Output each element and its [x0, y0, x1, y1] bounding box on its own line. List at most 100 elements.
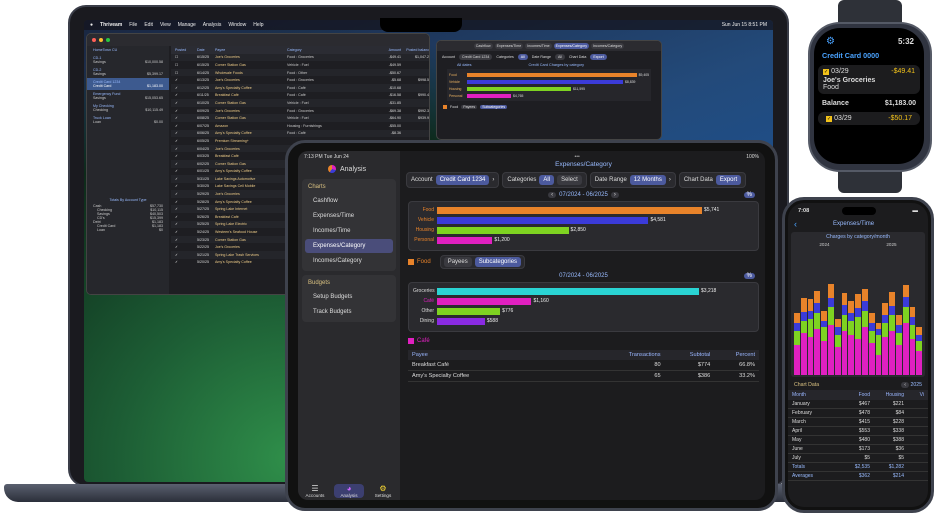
- table-row[interactable]: ☐ 6/14/25 Wholesale Foods Food : Other -$50.…: [171, 68, 429, 77]
- account-select[interactable]: Credit Card 1234: [435, 175, 490, 185]
- col-transactions[interactable]: Transactions: [601, 352, 661, 358]
- stacked-bar[interactable]: [814, 291, 821, 375]
- checkmark-icon[interactable]: ✓: [171, 222, 197, 226]
- checkmark-icon[interactable]: ✓: [171, 177, 197, 181]
- phone-grid-row[interactable]: February $478 $84: [788, 409, 928, 418]
- phone-grid-row[interactable]: May $480 $388: [788, 436, 928, 445]
- table-row[interactable]: ✓ 6/08/25 Corner Station Gas Vehicle : Fuel…: [171, 114, 429, 122]
- bar[interactable]: [437, 297, 532, 305]
- checkmark-icon[interactable]: ✓: [171, 230, 197, 234]
- bar[interactable]: [437, 206, 702, 214]
- percent-toggle-2[interactable]: %: [743, 273, 755, 279]
- stacked-bar[interactable]: [827, 284, 834, 375]
- mini-tab[interactable]: Incomes/Time: [525, 43, 552, 49]
- phone-grid-row[interactable]: April $553 $338: [788, 427, 928, 436]
- table-row[interactable]: ✓ 6/07/25 Amazon Housing : Furnishings -$55.…: [171, 122, 429, 130]
- checkmark-icon[interactable]: ✓: [171, 78, 197, 82]
- stacked-bar[interactable]: [848, 301, 855, 375]
- bar[interactable]: [437, 216, 649, 224]
- stacked-bar[interactable]: [794, 313, 800, 375]
- phone-grid-row[interactable]: Totals $2,535 $1,282: [788, 463, 928, 472]
- checkmark-icon[interactable]: ☐: [171, 55, 197, 59]
- menu-manage[interactable]: Manage: [178, 22, 196, 28]
- mini-bar[interactable]: [467, 86, 571, 91]
- mini-tab[interactable]: Expenses/Category: [553, 43, 590, 49]
- sidebar-account[interactable]: CD-2 Savings $5,399.17: [87, 66, 169, 78]
- column-header[interactable]: Posted balance: [401, 48, 429, 52]
- checkmark-icon[interactable]: ✓: [171, 169, 197, 173]
- checkmark-icon[interactable]: ✓: [171, 238, 197, 242]
- nav-track-budgets[interactable]: Track Budgets: [305, 305, 393, 319]
- nav-expenses-time[interactable]: Expenses/Time: [305, 209, 393, 223]
- grid-row[interactable]: Amy's Specialty Coffee 65 $386 33.2%: [408, 371, 759, 382]
- checkmark-icon[interactable]: ✓: [171, 207, 197, 211]
- close-button[interactable]: [92, 38, 96, 42]
- mini-categories-all[interactable]: All: [517, 54, 528, 60]
- tab-analysis[interactable]: ◕ Analysis: [334, 484, 364, 498]
- column-header[interactable]: Payee: [215, 48, 287, 52]
- menu-file[interactable]: File: [129, 22, 137, 28]
- stacked-bar[interactable]: [834, 319, 841, 375]
- menu-help[interactable]: Help: [253, 22, 263, 28]
- prev-period-button[interactable]: ‹: [548, 192, 557, 198]
- tab-settings[interactable]: ⚙ Settings: [368, 484, 398, 498]
- bar[interactable]: [437, 317, 485, 325]
- bar[interactable]: [437, 307, 501, 315]
- stacked-bar[interactable]: [882, 303, 889, 375]
- bar[interactable]: [437, 236, 493, 244]
- phone-col-header[interactable]: Housing: [870, 392, 904, 398]
- grid-row[interactable]: Breakfast Café 80 $774 66.8%: [408, 360, 759, 371]
- checkmark-icon[interactable]: ✓: [171, 200, 197, 204]
- column-header[interactable]: Amount: [365, 48, 401, 52]
- watch-transaction[interactable]: ✓ 03/29 -$50.17: [818, 112, 920, 125]
- checkmark-icon[interactable]: ✓: [171, 86, 197, 90]
- checkmark-icon[interactable]: ✓: [171, 253, 197, 257]
- checkmark-icon[interactable]: ✓: [171, 245, 197, 249]
- sidebar-account[interactable]: Credit Card 1234 Credit Card $1,183.00: [87, 78, 169, 90]
- stacked-bar[interactable]: [821, 311, 827, 375]
- checkmark-icon[interactable]: ✓: [171, 109, 197, 113]
- tab-accounts[interactable]: ☰ Accounts: [300, 484, 330, 498]
- prev-year-button[interactable]: ‹: [901, 382, 909, 388]
- checkmark-icon[interactable]: ☐: [171, 63, 197, 67]
- phone-col-header[interactable]: Vi: [904, 392, 924, 398]
- column-header[interactable]: Date: [197, 48, 215, 52]
- phone-col-header[interactable]: Month: [792, 392, 836, 398]
- checkmark-icon[interactable]: ✓: [171, 101, 197, 105]
- phone-grid-row[interactable]: January $467 $221: [788, 400, 928, 409]
- export-button[interactable]: Export: [715, 175, 742, 185]
- stacked-bar[interactable]: [868, 313, 875, 375]
- phone-grid-row[interactable]: March $415 $228: [788, 418, 928, 427]
- stacked-bar[interactable]: [861, 289, 868, 375]
- mini-export-button[interactable]: Export: [590, 54, 607, 60]
- nav-cashflow[interactable]: Cashflow: [305, 194, 393, 208]
- payees-toggle[interactable]: Payees: [443, 257, 472, 267]
- nav-setup-budgets[interactable]: Setup Budgets: [305, 290, 393, 304]
- phone-grid-row[interactable]: Averages $362 $214: [788, 472, 928, 481]
- checkmark-icon[interactable]: ☐: [171, 71, 197, 75]
- mini-payees-toggle[interactable]: Payees: [461, 105, 478, 109]
- column-header[interactable]: Category: [287, 48, 365, 52]
- stacked-bar[interactable]: [916, 327, 923, 375]
- mini-tab[interactable]: Expenses/Time: [494, 43, 524, 49]
- checkmark-icon[interactable]: ✓: [171, 154, 197, 158]
- phone-col-header[interactable]: Food: [836, 392, 870, 398]
- sidebar-account[interactable]: Truck Loan Loan $0.00: [87, 114, 169, 126]
- bar[interactable]: [437, 287, 699, 295]
- sidebar-account[interactable]: HomeTown CU: [87, 46, 169, 54]
- stacked-bar[interactable]: [895, 315, 902, 375]
- mini-range-select[interactable]: All: [554, 54, 565, 60]
- col-subtotal[interactable]: Subtotal: [661, 352, 711, 358]
- menu-edit[interactable]: Edit: [144, 22, 153, 28]
- checkmark-icon[interactable]: ✓: [171, 139, 197, 143]
- checkmark-icon[interactable]: ✓: [171, 124, 197, 128]
- stacked-bar[interactable]: [902, 285, 909, 375]
- checkmark-icon[interactable]: ✓: [171, 260, 197, 264]
- checkmark-icon[interactable]: ✓: [171, 184, 197, 188]
- table-row[interactable]: ☐ 6/15/25 Corner Station Gas Vehicle : Fuel…: [171, 61, 429, 69]
- column-header[interactable]: Posted: [171, 48, 197, 52]
- mini-tab[interactable]: Incomes/Category: [591, 43, 625, 49]
- table-row[interactable]: ✓ 6/09/25 Joe's Groceries Food : Groceries -…: [171, 107, 429, 115]
- percent-toggle-1[interactable]: %: [743, 192, 755, 198]
- nav-incomes-category[interactable]: Incomes/Category: [305, 254, 393, 268]
